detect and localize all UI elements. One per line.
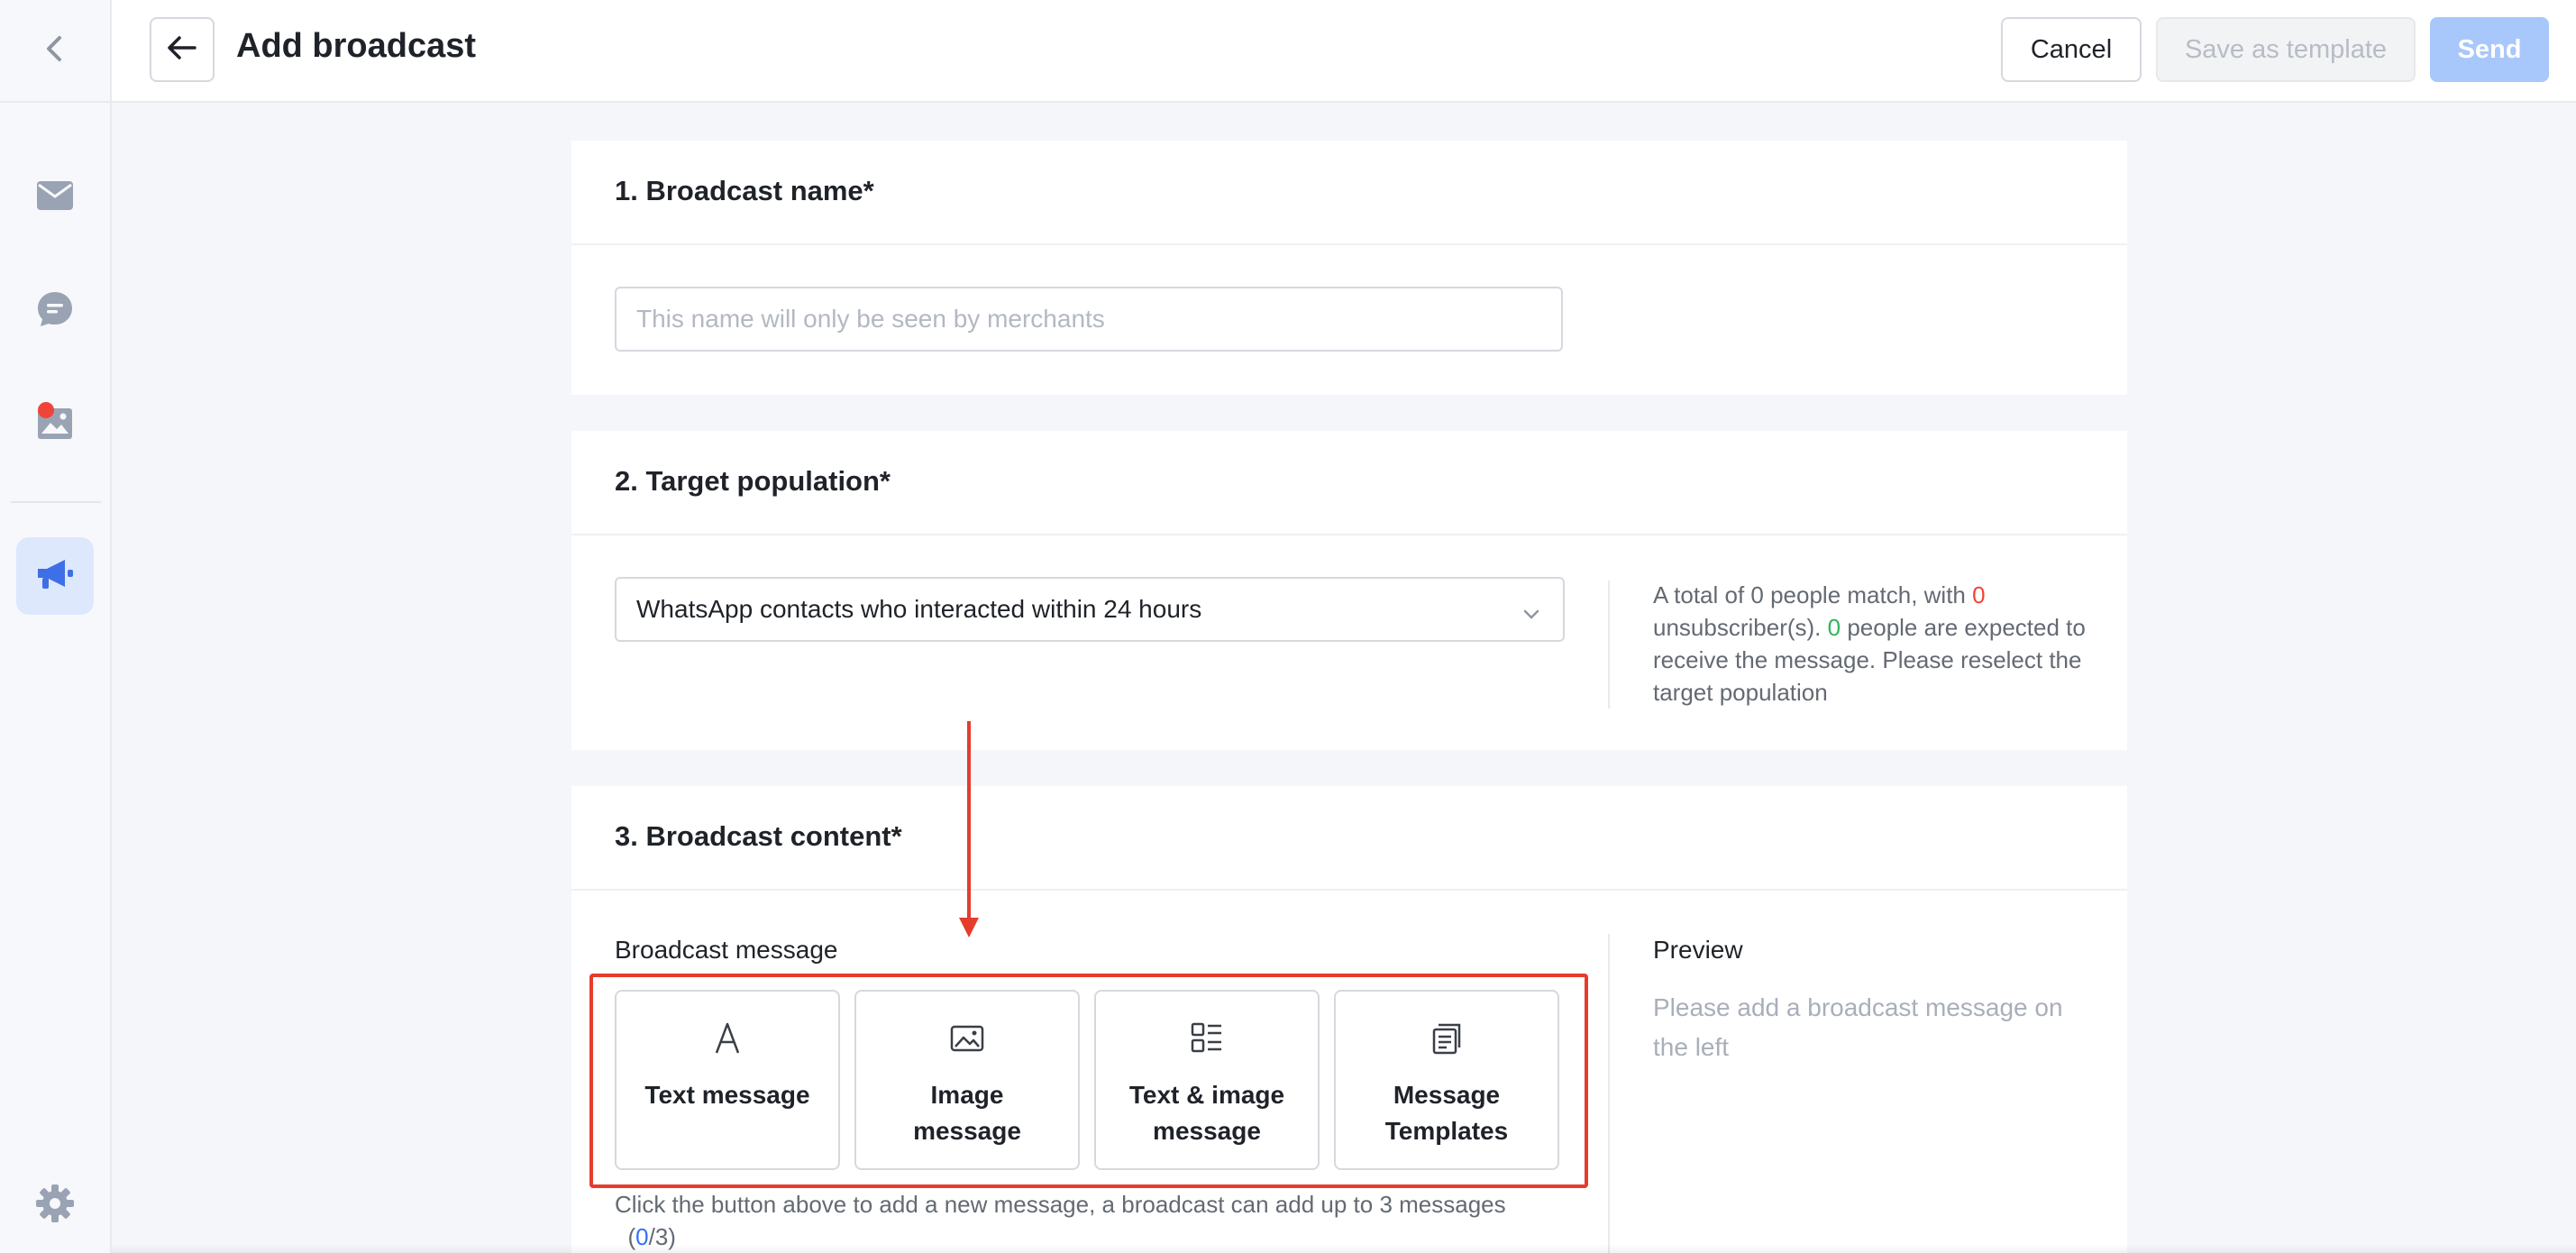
card-divider — [571, 243, 2127, 245]
back-button[interactable] — [150, 17, 215, 82]
hint-text: Click the button above to add a new mess… — [615, 1191, 1506, 1218]
chat-icon — [35, 289, 75, 334]
mail-icon — [35, 179, 75, 216]
target-population-select[interactable]: WhatsApp contacts who interacted within … — [615, 577, 1565, 642]
vertical-divider — [1608, 581, 1610, 709]
save-as-template-button[interactable]: Save as template — [2156, 17, 2416, 82]
broadcast-content-card: 3. Broadcast content* Broadcast message … — [571, 786, 2127, 1253]
target-population-card: 2. Target population* WhatsApp contacts … — [571, 431, 2127, 750]
sidebar-item-chat[interactable] — [16, 272, 94, 350]
sidebar-item-media-notifications[interactable] — [16, 384, 94, 462]
chevron-left-icon — [41, 32, 69, 69]
section-title-broadcast-content: 3. Broadcast content* — [615, 820, 902, 852]
summary-text: unsubscriber(s). — [1653, 614, 1828, 641]
annotation-arrow-head — [959, 918, 979, 937]
broadcast-message-label: Broadcast message — [615, 936, 838, 964]
expected-count: 0 — [1827, 614, 1841, 641]
vertical-divider — [1608, 934, 1610, 1253]
annotation-arrow-line — [967, 721, 971, 921]
sidebar-item-mail[interactable] — [16, 159, 94, 236]
section-title-broadcast-name: 1. Broadcast name* — [615, 175, 874, 206]
annotation-highlight-box — [589, 974, 1588, 1188]
sidebar-collapse-button[interactable] — [0, 0, 110, 103]
preview-placeholder: Please add a broadcast message on the le… — [1653, 993, 2063, 1061]
sidebar-divider — [11, 501, 101, 503]
gear-icon — [34, 1183, 76, 1229]
megaphone-icon — [34, 556, 76, 597]
summary-text: A total of 0 people match, with — [1653, 581, 1973, 608]
send-button[interactable]: Send — [2430, 17, 2549, 82]
sidebar-item-settings[interactable] — [16, 1166, 94, 1244]
scroll-shadow — [112, 1244, 2576, 1253]
cancel-button[interactable]: Cancel — [2001, 17, 2142, 82]
card-divider — [571, 889, 2127, 891]
arrow-left-icon — [167, 34, 197, 66]
sidebar — [0, 0, 112, 1253]
broadcast-name-input[interactable] — [615, 287, 1563, 352]
page-header: Add broadcast Cancel Save as template Se… — [112, 0, 2576, 103]
section-title-target-population: 2. Target population* — [615, 465, 891, 497]
preview-label: Preview — [1653, 936, 1743, 964]
select-value: WhatsApp contacts who interacted within … — [636, 595, 1202, 623]
population-summary: A total of 0 people match, with 0 unsubs… — [1653, 579, 2104, 709]
chevron-down-icon — [1521, 600, 1541, 629]
notification-badge — [38, 402, 54, 418]
card-divider — [571, 534, 2127, 535]
sidebar-item-broadcast[interactable] — [16, 537, 94, 615]
broadcast-name-card: 1. Broadcast name* — [571, 141, 2127, 395]
page-title: Add broadcast — [236, 27, 477, 65]
unsubscriber-count: 0 — [1972, 581, 1986, 608]
